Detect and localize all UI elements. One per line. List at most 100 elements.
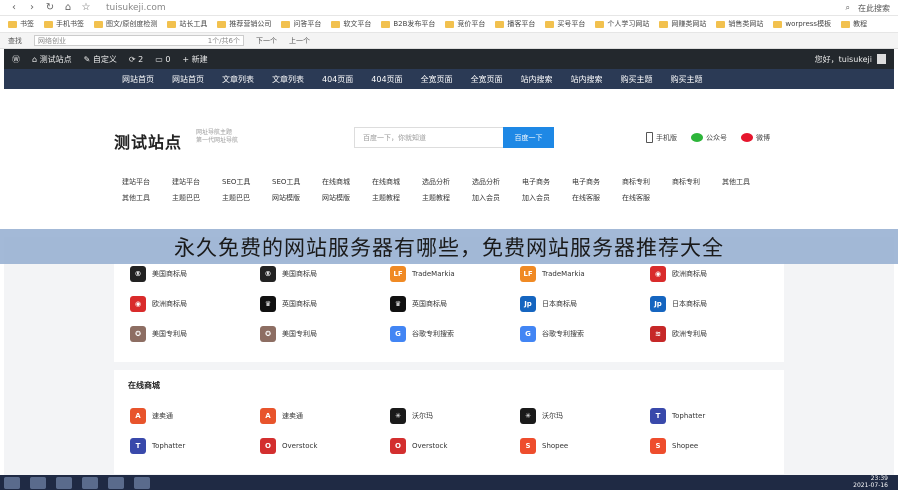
bookmark-item[interactable]: 书签 — [8, 19, 34, 29]
main-nav-item[interactable]: 404页面 — [371, 74, 402, 85]
bookmark-item[interactable]: 问答平台 — [281, 19, 321, 29]
weibo-link[interactable]: 微博 — [741, 132, 770, 143]
site-link-item[interactable]: A 速卖通 — [260, 408, 390, 424]
find-input[interactable]: 网络创业 1个/共6个 — [34, 35, 244, 46]
site-link-item[interactable]: ≋ 欧洲专利局 — [650, 326, 780, 342]
category-link[interactable]: 主题教程 — [372, 193, 422, 203]
browser-search-input[interactable]: 在此搜索 — [858, 3, 890, 14]
category-link[interactable]: 电子商务 — [572, 177, 622, 187]
category-link[interactable]: 加入会员 — [472, 193, 522, 203]
category-link[interactable]: 建站平台 — [172, 177, 222, 187]
site-link-item[interactable]: LF TradeMarkia — [390, 266, 520, 282]
site-link-item[interactable]: ✳ 沃尔玛 — [520, 408, 650, 424]
category-link[interactable]: SEO工具 — [272, 177, 322, 187]
main-nav-item[interactable]: 404页面 — [322, 74, 353, 85]
site-link-item[interactable]: ◉ 欧洲商标局 — [130, 296, 260, 312]
category-link[interactable]: 商标专利 — [672, 177, 722, 187]
category-link[interactable]: 在线客服 — [572, 193, 622, 203]
category-link[interactable]: 商标专利 — [622, 177, 672, 187]
site-link-item[interactable]: LF TradeMarkia — [520, 266, 650, 282]
main-nav-item[interactable]: 网站首页 — [172, 74, 204, 85]
wechat-link[interactable]: 公众号 — [691, 132, 727, 143]
comments-link[interactable]: ▭ 0 — [155, 55, 170, 64]
site-search-button[interactable]: 百度一下 — [503, 127, 554, 148]
home-icon[interactable]: ⌂ — [62, 2, 74, 13]
site-link-item[interactable]: G 谷歌专利搜索 — [520, 326, 650, 342]
site-link-item[interactable]: ♛ 英国商标局 — [390, 296, 520, 312]
taskbar-app-icon[interactable] — [134, 476, 150, 489]
forward-icon[interactable]: › — [26, 2, 38, 13]
category-link[interactable]: 建站平台 — [122, 177, 172, 187]
bookmark-item[interactable]: 站长工具 — [167, 19, 207, 29]
category-link[interactable]: 网站模版 — [322, 193, 372, 203]
category-link[interactable]: SEO工具 — [222, 177, 272, 187]
taskbar-app-icon[interactable] — [30, 476, 46, 489]
wordpress-icon[interactable]: Ⓦ — [12, 54, 20, 65]
site-link-item[interactable]: A 速卖通 — [130, 408, 260, 424]
main-nav-item[interactable]: 全宽页面 — [421, 74, 453, 85]
site-title[interactable]: 测试站点 — [114, 129, 182, 153]
main-nav-item[interactable]: 站内搜索 — [521, 74, 553, 85]
site-link-item[interactable]: ✪ 美国专利局 — [260, 326, 390, 342]
site-link-item[interactable]: O Overstock — [390, 438, 520, 454]
category-link[interactable]: 在线商城 — [322, 177, 372, 187]
bookmark-item[interactable]: 手机书签 — [44, 19, 84, 29]
category-link[interactable]: 选品分析 — [472, 177, 522, 187]
site-link-item[interactable]: ✳ 沃尔玛 — [390, 408, 520, 424]
site-link-item[interactable]: S Shopee — [520, 438, 650, 454]
mobile-link[interactable]: 手机版 — [646, 132, 677, 143]
find-next-button[interactable]: 下一个 — [256, 36, 277, 46]
bookmark-item[interactable]: 推荐营销公司 — [217, 19, 271, 29]
site-link-item[interactable]: Jp 日本商标局 — [520, 296, 650, 312]
bookmark-item[interactable]: 买号平台 — [545, 19, 585, 29]
main-nav-item[interactable]: 购买主题 — [671, 74, 703, 85]
bookmark-item[interactable]: worpress模板 — [773, 19, 831, 29]
search-icon[interactable]: ⌕ — [846, 3, 850, 13]
taskbar-app-icon[interactable] — [108, 476, 124, 489]
avatar[interactable] — [877, 54, 886, 64]
taskbar-app-icon[interactable] — [56, 476, 72, 489]
new-content-link[interactable]: + 新建 — [182, 54, 207, 65]
site-link-item[interactable]: ✪ 美国专利局 — [130, 326, 260, 342]
category-link[interactable]: 电子商务 — [522, 177, 572, 187]
main-nav-item[interactable]: 网站首页 — [122, 74, 154, 85]
bookmark-item[interactable]: 图文/原创度检测 — [94, 19, 157, 29]
category-link[interactable]: 其他工具 — [122, 193, 172, 203]
site-link-item[interactable]: T Tophatter — [130, 438, 260, 454]
site-link-item[interactable]: Jp 日本商标局 — [650, 296, 780, 312]
star-icon[interactable]: ☆ — [80, 2, 92, 13]
site-link-item[interactable]: S Shopee — [650, 438, 780, 454]
bookmark-item[interactable]: 竞价平台 — [445, 19, 485, 29]
category-link[interactable]: 网站模版 — [272, 193, 322, 203]
address-bar[interactable]: tuisukeji.com — [106, 3, 166, 13]
site-link-item[interactable]: G 谷歌专利搜索 — [390, 326, 520, 342]
back-icon[interactable]: ‹ — [8, 2, 20, 13]
main-nav-item[interactable]: 购买主题 — [621, 74, 653, 85]
site-link-item[interactable]: ® 美国商标局 — [260, 266, 390, 282]
bookmark-item[interactable]: 播客平台 — [495, 19, 535, 29]
category-link[interactable]: 在线商城 — [372, 177, 422, 187]
category-link[interactable]: 其他工具 — [722, 177, 772, 187]
main-nav-item[interactable]: 全宽页面 — [471, 74, 503, 85]
admin-greeting[interactable]: 您好，tuisukeji — [815, 54, 872, 65]
site-search-input[interactable]: 百度一下，你就知道 — [354, 127, 504, 148]
start-icon[interactable] — [4, 476, 20, 489]
admin-site-name[interactable]: ⌂ 测试站点 — [32, 54, 72, 65]
category-link[interactable]: 主题教程 — [422, 193, 472, 203]
site-link-item[interactable]: T Tophatter — [650, 408, 780, 424]
bookmark-item[interactable]: 个人学习网站 — [595, 19, 649, 29]
main-nav-item[interactable]: 文章列表 — [222, 74, 254, 85]
category-link[interactable]: 选品分析 — [422, 177, 472, 187]
site-link-item[interactable]: ® 美国商标局 — [130, 266, 260, 282]
bookmark-item[interactable]: 网赚类网站 — [659, 19, 706, 29]
bookmark-item[interactable]: 销售类网站 — [716, 19, 763, 29]
updates-link[interactable]: ⟳ 2 — [129, 55, 143, 64]
bookmark-item[interactable]: 软文平台 — [331, 19, 371, 29]
reload-icon[interactable]: ↻ — [44, 2, 56, 13]
taskbar-clock[interactable]: 23:39 2021-07-16 — [853, 475, 888, 490]
category-link[interactable]: 主题巴巴 — [222, 193, 272, 203]
bookmark-item[interactable]: B2B发布平台 — [381, 19, 435, 29]
site-link-item[interactable]: O Overstock — [260, 438, 390, 454]
site-link-item[interactable]: ◉ 欧洲商标局 — [650, 266, 780, 282]
category-link[interactable]: 主题巴巴 — [172, 193, 222, 203]
